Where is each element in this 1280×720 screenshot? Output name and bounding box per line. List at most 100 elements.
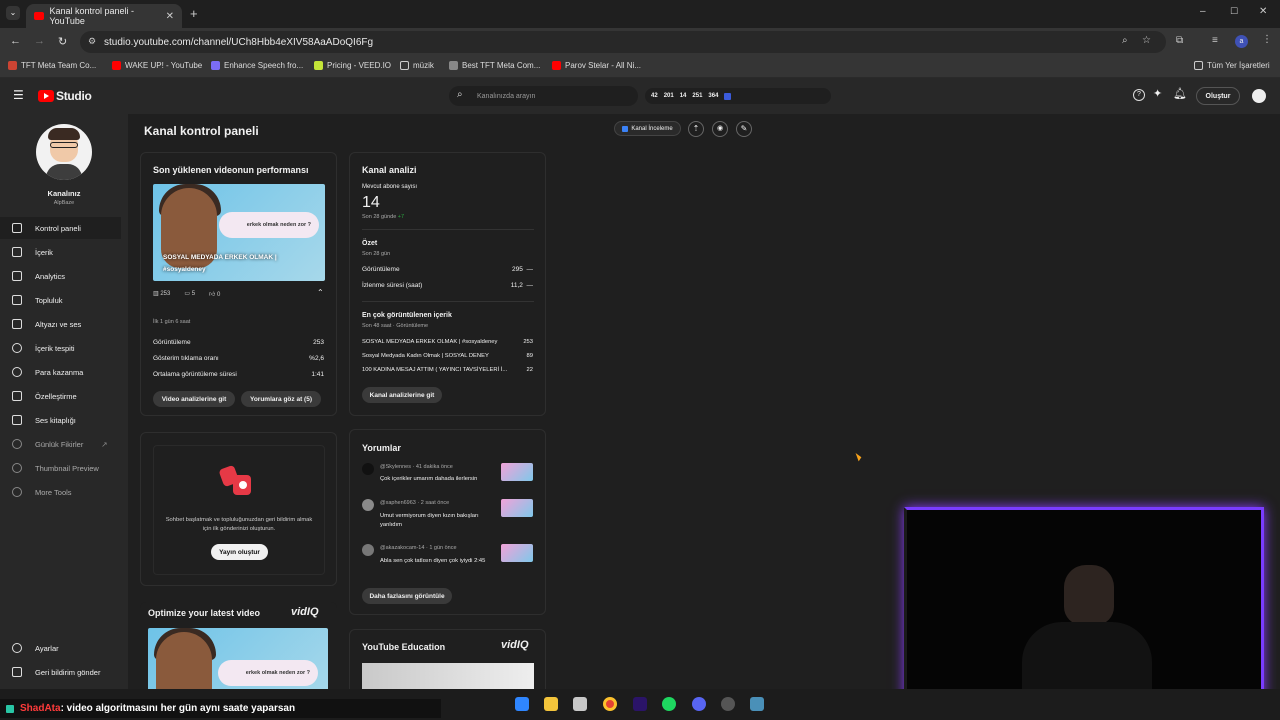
hamburger-menu-icon[interactable]: ☰	[13, 88, 24, 102]
post-illustration-icon	[217, 461, 257, 501]
bookmark-item[interactable]: WAKE UP! - YouTube	[112, 61, 202, 70]
extensions-icon[interactable]: ⧉	[1176, 35, 1183, 46]
minimize-icon[interactable]: –	[1200, 6, 1206, 17]
sidebar-item-daily-ideas[interactable]: Günlük Fikirler ↗	[0, 433, 121, 455]
collapse-chevron-icon[interactable]: ⌃	[317, 288, 324, 297]
comment-item[interactable]: @akazakocam-14 · 1 gün önce Abla sen çok…	[362, 544, 533, 578]
video-analytics-button[interactable]: Video analizlerine git	[153, 391, 235, 407]
channel-avatar[interactable]	[36, 124, 92, 180]
comments-card: Yorumlar @Skylennes · 41 dakika önce Çok…	[349, 429, 546, 615]
bookmark-item[interactable]: Parov Stelar - All Ni...	[552, 61, 641, 70]
sidebar-item-community[interactable]: Topluluk	[0, 289, 121, 311]
bookmark-star-icon[interactable]: ☆	[1142, 35, 1151, 46]
close-tab-icon[interactable]: ✕	[166, 11, 174, 22]
sidebar-item-customization[interactable]: Özelleştirme	[0, 385, 121, 407]
sidebar-item-content[interactable]: İçerik	[0, 241, 121, 263]
forward-icon[interactable]: →	[34, 35, 45, 47]
view-more-comments-button[interactable]: Daha fazlasını görüntüle	[362, 588, 452, 604]
summary-row: İzlenme süresi (saat) 11,2 —	[362, 282, 533, 289]
help-icon[interactable]: ?	[1133, 89, 1145, 101]
premiere-icon[interactable]	[633, 697, 647, 711]
chrome-icon[interactable]	[603, 697, 617, 711]
site-info-icon[interactable]: ⚙	[88, 36, 96, 47]
browser-tab[interactable]: Kanal kontrol paneli - YouTube ✕	[26, 4, 182, 28]
live-icon[interactable]: ◉	[712, 121, 728, 137]
channel-handle: AlpBaze	[53, 200, 75, 206]
money-icon	[12, 367, 22, 377]
comment-video-thumbnail[interactable]	[501, 463, 533, 481]
chat-username: ShadAta	[20, 703, 61, 714]
bookmark-item[interactable]: Best TFT Meta Com...	[449, 61, 540, 70]
edit-post-icon[interactable]: ✎	[736, 121, 752, 137]
tab-list-button[interactable]: ⌄	[6, 6, 20, 20]
spotify-icon[interactable]	[662, 697, 676, 711]
studio-header: ☰ Studio ⌕ Kanalınızda arayın 42 201 14 …	[0, 78, 1280, 114]
file-explorer-icon[interactable]	[544, 697, 558, 711]
sidebar-item-more-tools[interactable]: More Tools	[0, 481, 121, 503]
sidebar-item-audio-library[interactable]: Ses kitaplığı	[0, 409, 121, 431]
address-bar[interactable]: ⚙ studio.youtube.com/channel/UCh8Hbb4eXI…	[80, 31, 1166, 53]
sidebar: Kanalınız AlpBaze Kontrol paneli İçerik …	[0, 114, 128, 689]
sidebar-item-earn[interactable]: Para kazanma	[0, 361, 121, 383]
bookmarks-bar: TFT Meta Team Co... WAKE UP! - YouTube E…	[0, 56, 1280, 78]
chat-overlay: ShadAta : video algoritmasını her gün ay…	[0, 699, 441, 718]
reload-icon[interactable]: ↻	[58, 35, 67, 48]
community-post-card: Sohbet başlatmak ve topluluğunuzdan geri…	[140, 432, 337, 586]
channel-analytics-button[interactable]: Kanal analizlerine git	[362, 387, 442, 403]
card-title: YouTube Education	[362, 642, 446, 652]
comment-video-thumbnail[interactable]	[501, 499, 533, 517]
bookmark-item[interactable]: Enhance Speech fro...	[211, 61, 303, 70]
comment-video-thumbnail[interactable]	[501, 544, 533, 562]
browser-tab-bar: ⌄ Kanal kontrol paneli - YouTube ✕ + – ☐…	[0, 0, 1280, 28]
all-bookmarks[interactable]: Tüm Yer İşaretleri	[1194, 61, 1270, 70]
reading-list-icon[interactable]: ≡	[1212, 35, 1218, 46]
comment-item[interactable]: @Skylennes · 41 dakika önce Çok içerikle…	[362, 463, 533, 489]
obs-icon[interactable]	[721, 697, 735, 711]
back-icon[interactable]: ←	[10, 35, 21, 47]
top-content-row[interactable]: 100 KADINA MESAJ ATTIM ( YAYINCI TAVSİYE…	[362, 367, 533, 373]
comment-item[interactable]: @xaphen6963 · 2 saat önce Umut vermiyoru…	[362, 499, 533, 533]
bookmark-folder[interactable]: müzik	[400, 61, 434, 70]
subscribers-value: 14	[362, 194, 380, 211]
thumbnail-caption: SOSYAL MEDYADA ERKEK OLMAK | #sosyaldene…	[163, 254, 277, 273]
profile-avatar[interactable]: a	[1235, 35, 1248, 48]
view-comments-button[interactable]: Yorumlara göz at (5)	[241, 391, 321, 407]
close-window-icon[interactable]: ✕	[1259, 6, 1267, 17]
discord-icon[interactable]	[692, 697, 706, 711]
studio-logo[interactable]: Studio	[38, 89, 92, 103]
comment-text: Abla sen çok tatlısın diyen çok iyiydi 2…	[380, 558, 486, 564]
sidebar-item-feedback[interactable]: Geri bildirim gönder	[0, 661, 121, 683]
notifications-icon[interactable]: 🔔︎	[1173, 87, 1187, 100]
video-thumbnail[interactable]: erkek olmak neden zor ?	[148, 628, 328, 698]
top-content-row[interactable]: SOSYAL MEDYADA ERKEK OLMAK | #sosyaldene…	[362, 339, 533, 345]
sparkle-icon[interactable]: ✦	[1153, 87, 1162, 100]
bookmark-item[interactable]: TFT Meta Team Co...	[8, 61, 96, 70]
sidebar-item-analytics[interactable]: Analytics	[0, 265, 121, 287]
zoom-icon[interactable]: ⌕	[1122, 35, 1128, 46]
channel-search-input[interactable]: ⌕ Kanalınızda arayın	[449, 86, 638, 106]
create-button[interactable]: Oluştur	[1196, 87, 1240, 105]
sidebar-item-subtitles[interactable]: Altyazı ve ses	[0, 313, 121, 335]
create-post-button[interactable]: Yayın oluştur	[211, 544, 268, 560]
channel-review-button[interactable]: Kanal İnceleme	[614, 121, 681, 136]
app-icon[interactable]	[750, 697, 764, 711]
upload-icon[interactable]: ⇡	[688, 121, 704, 137]
optimize-video-card: Optimize your latest video vidIQ erkek o…	[140, 602, 337, 702]
menu-icon[interactable]: ⋮	[1262, 34, 1272, 45]
feedback-icon	[12, 667, 22, 677]
sidebar-item-thumbnail-preview[interactable]: Thumbnail Preview	[0, 457, 121, 479]
maximize-icon[interactable]: ☐	[1230, 6, 1238, 17]
video-thumbnail[interactable]: erkek olmak neden zor ? SOSYAL MEDYADA E…	[153, 184, 325, 281]
sidebar-item-dashboard[interactable]: Kontrol paneli	[0, 217, 121, 239]
account-avatar[interactable]	[1252, 89, 1266, 103]
bookmark-item[interactable]: Pricing - VEED.IO	[314, 61, 391, 70]
top-content-row[interactable]: Sosyal Medyada Kadın Olmak | SOSYAL DENE…	[362, 353, 533, 359]
sidebar-item-settings[interactable]: Ayarlar	[0, 637, 121, 659]
vidiq-stats-bar[interactable]: 42 201 14 251 364	[645, 88, 831, 104]
new-tab-button[interactable]: +	[190, 6, 198, 21]
divider	[362, 301, 534, 302]
sidebar-item-copyright[interactable]: İçerik tespiti	[0, 337, 121, 359]
store-icon[interactable]	[573, 697, 587, 711]
windows-start-icon[interactable]	[515, 697, 529, 711]
mouse-cursor-icon	[855, 451, 863, 462]
